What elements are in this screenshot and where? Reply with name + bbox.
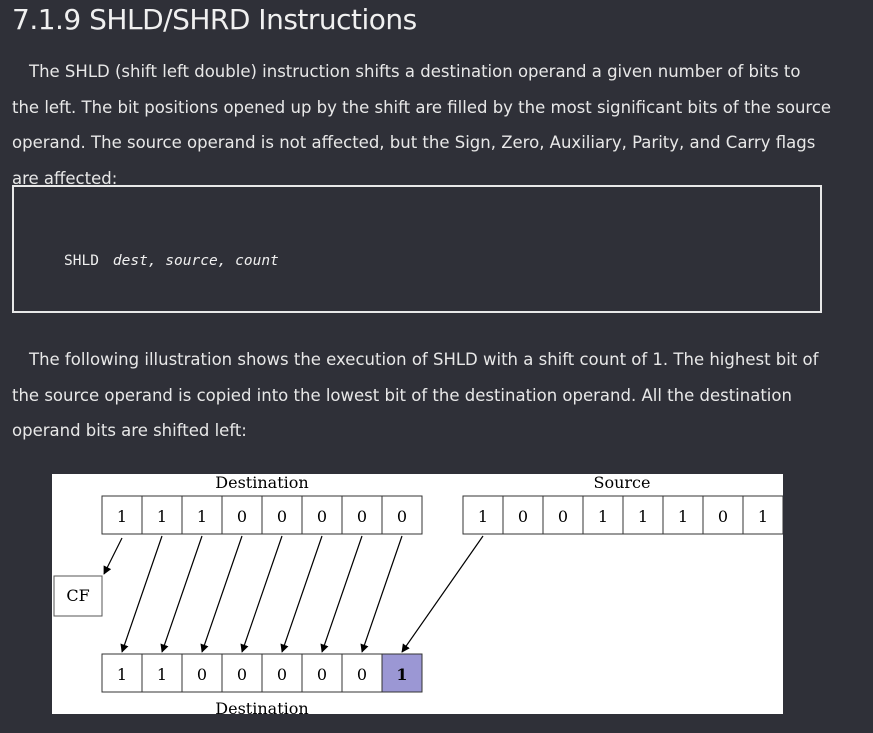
destination-bit-6: 0 [357, 507, 367, 526]
destination-bit-3: 0 [237, 507, 247, 526]
bottom-destination-label: Destination [215, 699, 308, 714]
result-bit-1: 1 [157, 665, 167, 684]
result-bit-5: 0 [317, 665, 327, 684]
intro-paragraph-text: The SHLD (shift left double) instruction… [12, 62, 832, 188]
source-bit-2: 0 [558, 507, 568, 526]
source-register: 1 0 0 1 1 1 0 1 [462, 495, 783, 535]
shld-diagram: Destination Source Destination CF 1 1 1 0 0 0… [52, 474, 783, 714]
source-msb-arrow [401, 535, 484, 653]
carry-flag-label: CF [66, 586, 89, 605]
shift-arrow-2 [160, 535, 203, 653]
destination-bit-7: 0 [397, 507, 407, 526]
source-bit-0: 1 [478, 507, 488, 526]
illustration-paragraph: The following illustration shows the exe… [12, 342, 832, 449]
result-register: 1 1 0 0 0 0 0 1 [101, 653, 423, 693]
shift-arrow-4 [240, 535, 283, 653]
shift-arrow-6 [320, 535, 363, 653]
shift-arrow-7 [360, 535, 403, 653]
intro-paragraph: The SHLD (shift left double) instruction… [12, 54, 832, 196]
result-bit-0: 1 [117, 665, 127, 684]
shift-arrow-3 [200, 535, 243, 653]
shift-arrow-1 [120, 535, 163, 653]
destination-bit-0: 1 [117, 507, 127, 526]
shift-arrows [103, 535, 484, 653]
source-bit-4: 1 [638, 507, 648, 526]
source-bit-1: 0 [518, 507, 528, 526]
illustration-paragraph-text: The following illustration shows the exe… [12, 350, 819, 440]
code-args: dest, source, count [112, 253, 279, 269]
code-keyword: SHLD [64, 253, 99, 269]
section-title: 7.1.9 SHLD/SHRD Instructions [12, 3, 417, 36]
code-line: SHLD dest, source, count [64, 253, 279, 269]
source-bit-5: 1 [678, 507, 688, 526]
source-bit-7: 1 [758, 507, 768, 526]
destination-register: 1 1 1 0 0 0 0 0 [101, 495, 423, 535]
destination-bit-2: 1 [197, 507, 207, 526]
result-bit-3: 0 [237, 665, 247, 684]
destination-bit-4: 0 [277, 507, 287, 526]
source-bit-3: 1 [598, 507, 608, 526]
result-bit-7: 1 [396, 665, 407, 684]
result-bit-6: 0 [357, 665, 367, 684]
msb-to-cf-arrow [103, 537, 123, 575]
source-bit-6: 0 [718, 507, 728, 526]
destination-bit-1: 1 [157, 507, 167, 526]
shift-arrow-5 [280, 535, 323, 653]
code-block: SHLD dest, source, count [12, 185, 822, 313]
source-label: Source [594, 474, 651, 492]
shld-diagram-svg: Destination Source Destination CF 1 1 1 0 0 0… [53, 474, 783, 714]
destination-bit-5: 0 [317, 507, 327, 526]
result-bit-2: 0 [197, 665, 207, 684]
result-bit-4: 0 [277, 665, 287, 684]
top-destination-label: Destination [215, 474, 308, 492]
